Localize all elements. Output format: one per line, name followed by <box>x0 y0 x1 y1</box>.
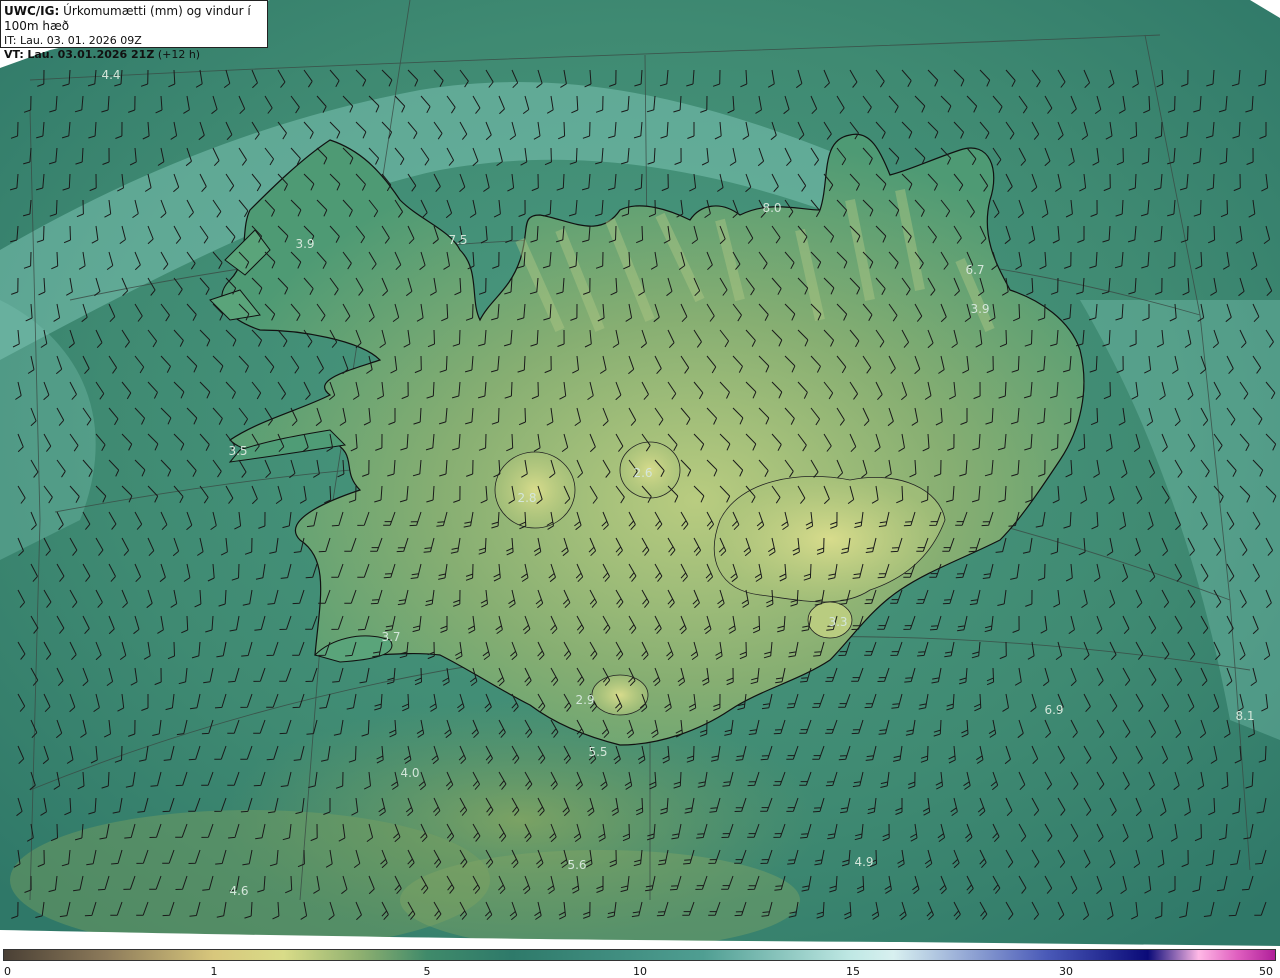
value-label: 2.9 <box>575 693 594 707</box>
value-label: 5.5 <box>588 745 607 759</box>
value-label: 8.0 <box>762 201 781 215</box>
init-time: IT: Lau. 03. 01. 2026 09Z <box>4 34 142 47</box>
value-label: 3.7 <box>381 630 400 644</box>
glacier-langjokull <box>494 451 576 529</box>
colorbar-tick: 5 <box>423 965 431 978</box>
colorbar-tick: 15 <box>846 965 860 978</box>
value-label: 2.8 <box>517 491 536 505</box>
weather-map: 4.4 3.9 7.5 8.0 6.7 3.9 3.5 2.8 2.6 3.3 3.7 2.9 5.5 4… <box>0 0 1280 948</box>
value-label: 4.9 <box>854 855 873 869</box>
value-label: 7.5 <box>448 233 467 247</box>
value-label: 4.0 <box>400 766 419 780</box>
colorbar-tick: 0 <box>4 965 11 978</box>
model-name: UWC/IG: <box>4 4 60 18</box>
colorbar-tick: 10 <box>633 965 647 978</box>
value-label: 3.5 <box>228 444 247 458</box>
colorbar: 0 1 5 10 15 30 50 <box>0 948 1280 978</box>
value-label: 3.9 <box>295 237 314 251</box>
colorbar-tick: 30 <box>1059 965 1073 978</box>
value-label: 3.3 <box>828 615 847 629</box>
forecast-lead: (+12 h) <box>157 48 201 61</box>
value-label: 2.6 <box>633 466 652 480</box>
value-label: 3.9 <box>970 302 989 316</box>
value-label: 4.4 <box>101 68 120 82</box>
map-header: UWC/IG: Úrkomumætti (mm) og vindur í 100… <box>0 0 268 61</box>
colorbar-tick: 1 <box>210 965 218 978</box>
colorbar-strip <box>3 949 1276 961</box>
valid-time-prefix: VT: <box>4 48 24 61</box>
value-label: 5.6 <box>567 858 586 872</box>
value-label: 6.9 <box>1044 703 1063 717</box>
valid-time: Lau. 03.01.2026 21Z <box>27 48 155 61</box>
value-label: 4.6 <box>229 884 248 898</box>
value-label: 6.7 <box>965 263 984 277</box>
colorbar-tick: 50 <box>1259 965 1273 978</box>
value-label: 8.1 <box>1235 709 1254 723</box>
